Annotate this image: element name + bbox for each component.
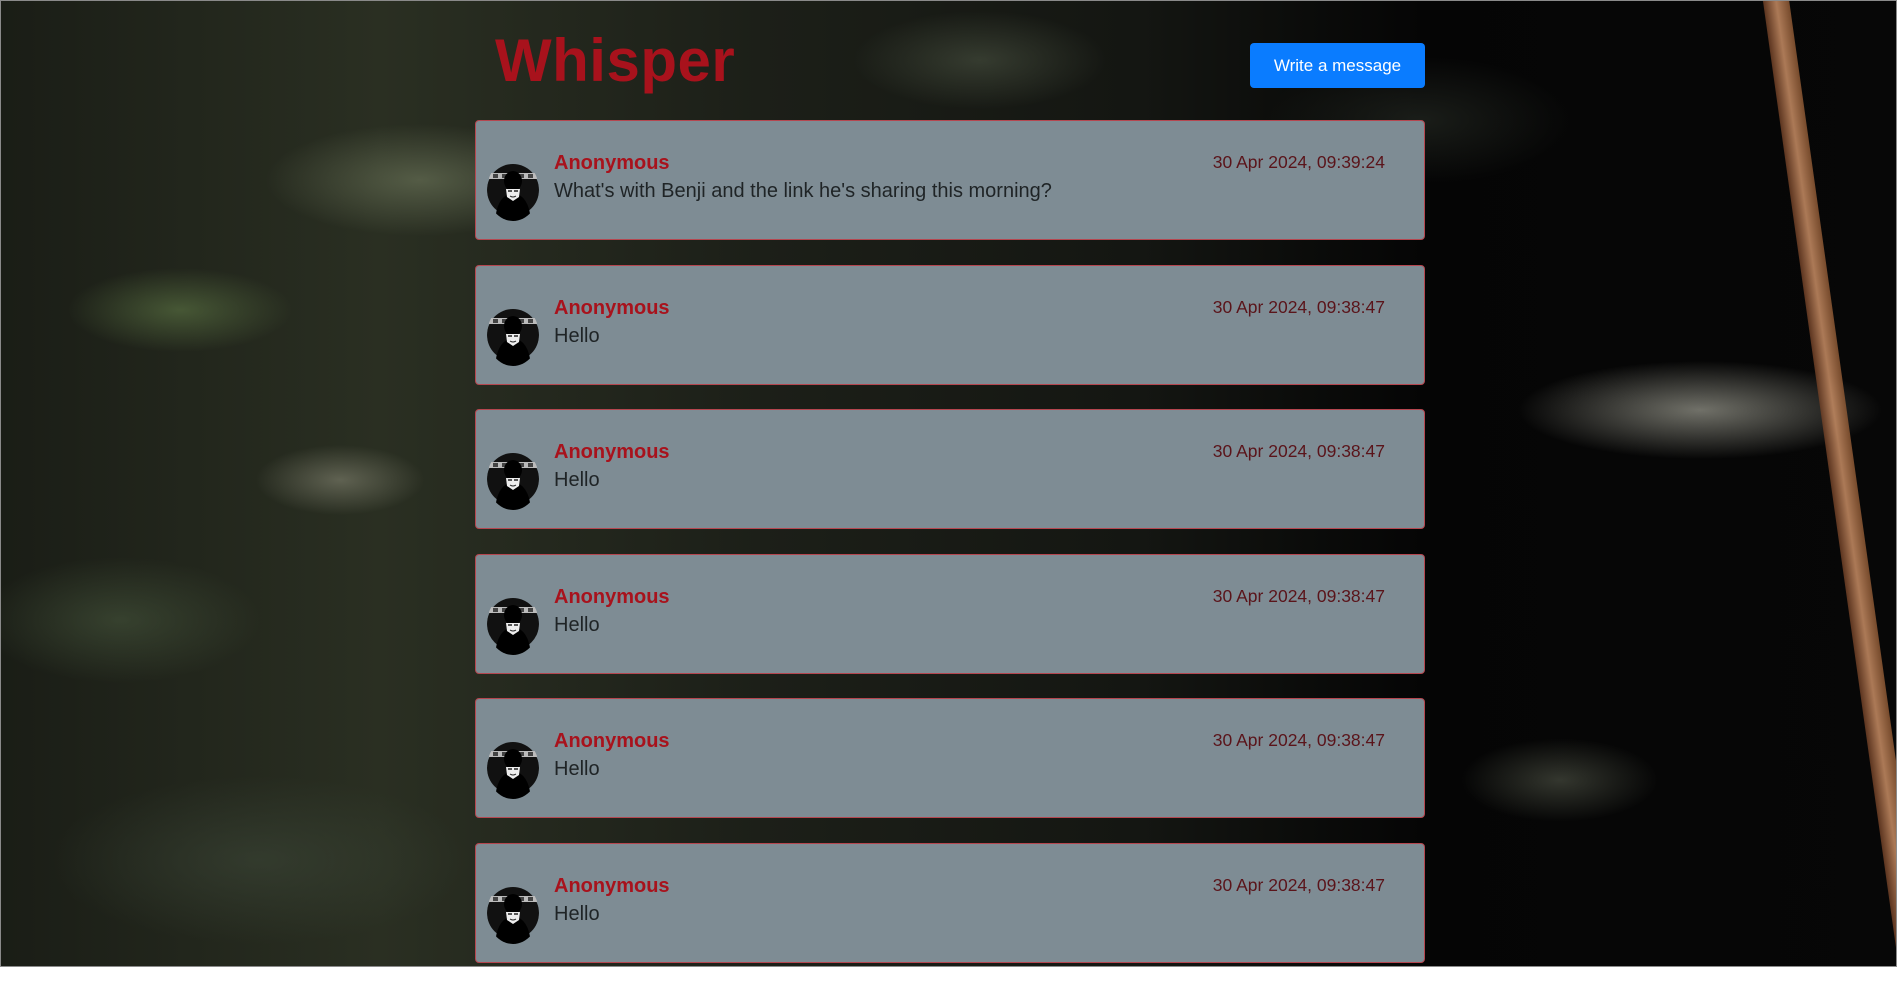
message-author: Anonymous: [554, 296, 670, 319]
message-card: Anonymous 30 Apr 2024, 09:39:24 What's w…: [475, 120, 1425, 240]
background-plant-stalk: [1760, 0, 1897, 967]
message-card: Anonymous 30 Apr 2024, 09:38:47 Hello: [475, 698, 1425, 818]
message-timestamp: 30 Apr 2024, 09:38:47: [1212, 730, 1385, 750]
message-card: Anonymous 30 Apr 2024, 09:38:47 Hello: [475, 264, 1425, 385]
message-text: Hello: [554, 469, 600, 491]
anonymous-mask-icon: [487, 304, 539, 366]
message-card: Anonymous 30 Apr 2024, 09:38:47 Hello: [475, 842, 1425, 963]
anonymous-mask-icon: [487, 593, 539, 655]
anonymous-mask-icon: [487, 882, 539, 944]
message-timestamp: 30 Apr 2024, 09:38:47: [1212, 874, 1385, 895]
anonymous-mask-icon: [487, 737, 539, 799]
header: Whisper Write a message: [475, 0, 1425, 120]
message-author: Anonymous: [554, 152, 670, 174]
message-author: Anonymous: [554, 441, 670, 463]
message-timestamp: 30 Apr 2024, 09:39:24: [1212, 152, 1385, 172]
message-timestamp: 30 Apr 2024, 09:38:47: [1212, 296, 1385, 317]
message-author: Anonymous: [554, 874, 670, 897]
message-text: Hello: [554, 758, 600, 780]
message-card: Anonymous 30 Apr 2024, 09:38:47 Hello: [475, 409, 1425, 529]
message-text: What's with Benji and the link he's shar…: [554, 180, 1052, 202]
anonymous-mask-icon: [487, 159, 539, 221]
message-author: Anonymous: [554, 585, 670, 608]
message-timestamp: 30 Apr 2024, 09:38:47: [1212, 441, 1385, 461]
message-text: Hello: [554, 902, 600, 925]
message-text: Hello: [554, 324, 600, 347]
message-card: Anonymous 30 Apr 2024, 09:38:47 Hello: [475, 553, 1425, 674]
main-container: Whisper Write a message Anonymous 30 Apr…: [475, 0, 1425, 963]
message-list: Anonymous 30 Apr 2024, 09:39:24 What's w…: [475, 120, 1425, 987]
anonymous-mask-icon: [487, 448, 539, 510]
message-author: Anonymous: [554, 730, 670, 752]
message-text: Hello: [554, 613, 600, 636]
write-message-button[interactable]: Write a message: [1250, 43, 1425, 88]
message-timestamp: 30 Apr 2024, 09:38:47: [1212, 585, 1385, 606]
app-title: Whisper: [495, 27, 736, 94]
